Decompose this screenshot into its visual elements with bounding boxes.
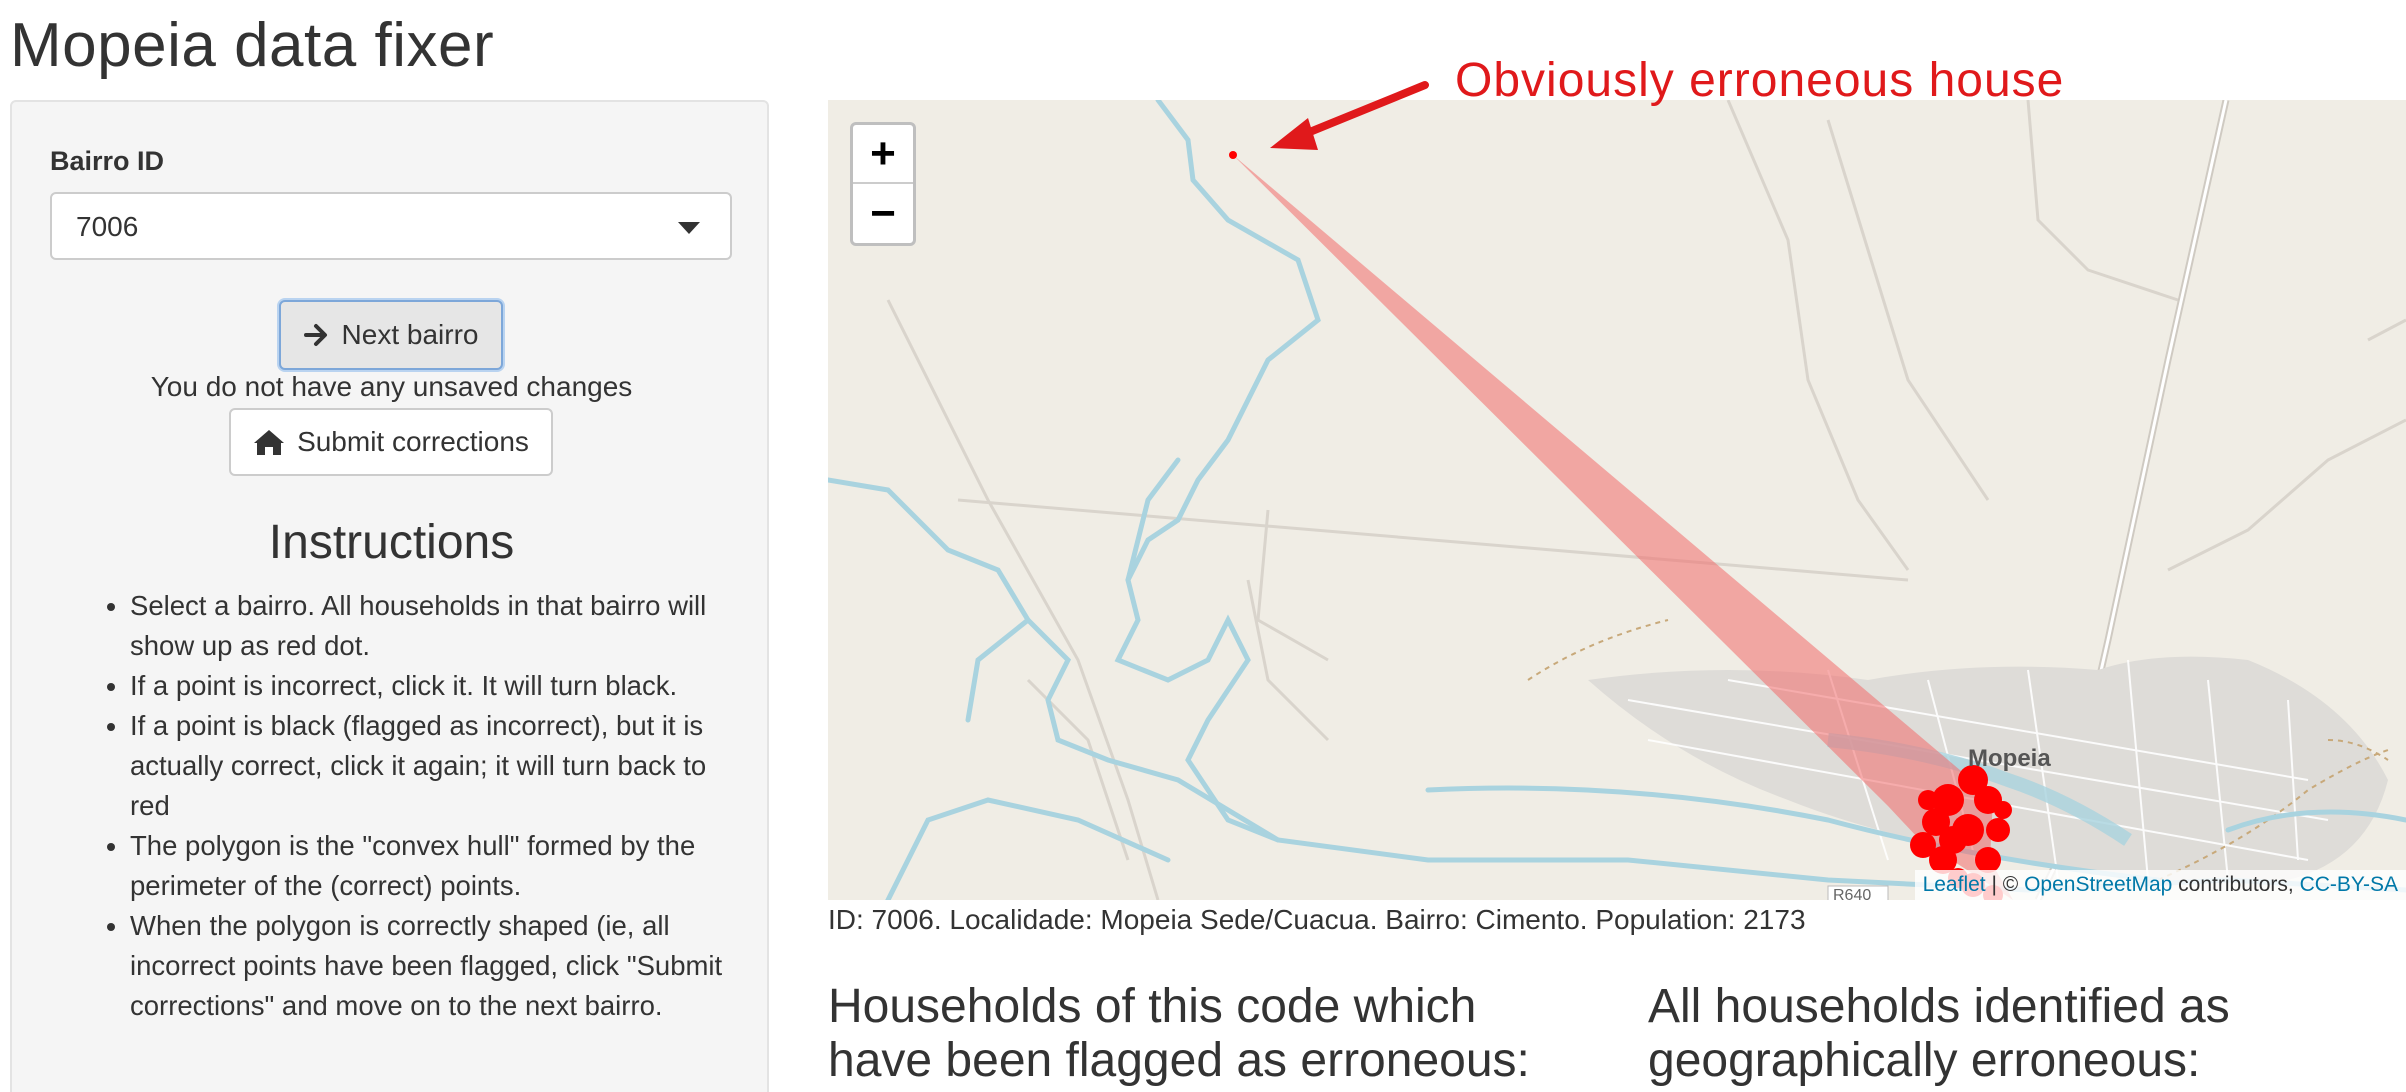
town-label: Mopeia bbox=[1968, 745, 2051, 772]
instruction-item: If a point is incorrect, click it. It wi… bbox=[130, 666, 750, 706]
next-bairro-button[interactable]: Next bairro bbox=[279, 300, 503, 370]
instruction-item: When the polygon is correctly shaped (ie… bbox=[130, 906, 750, 1026]
unsaved-status: You do not have any unsaved changes bbox=[150, 371, 633, 402]
submit-corrections-label: Submit corrections bbox=[297, 426, 529, 457]
submit-corrections-button[interactable]: Submit corrections bbox=[229, 408, 553, 476]
openstreetmap-link[interactable]: OpenStreetMap bbox=[2024, 873, 2172, 896]
arrow-right-icon bbox=[303, 324, 327, 346]
sidebar-panel: Bairro ID 7006 Next bairro You do not ha… bbox=[10, 100, 769, 1092]
caret-down-icon bbox=[678, 222, 700, 234]
all-erroneous-heading: All households identified as geographica… bbox=[1648, 980, 2230, 1087]
bairro-id-label: Bairro ID bbox=[50, 146, 165, 176]
attribution-contributors: contributors, bbox=[2172, 873, 2300, 896]
bairro-id-value: 7006 bbox=[76, 211, 139, 242]
next-bairro-label: Next bairro bbox=[341, 319, 479, 350]
instructions-title: Instructions bbox=[268, 516, 515, 569]
instruction-item: Select a bairro. All households in that … bbox=[130, 586, 750, 666]
instruction-item: If a point is black (flagged as incorrec… bbox=[130, 706, 750, 826]
instructions-list: Select a bairro. All households in that … bbox=[130, 586, 750, 1026]
zoom-in-button[interactable]: + bbox=[853, 125, 913, 184]
license-link[interactable]: CC-BY-SA bbox=[2300, 873, 2398, 896]
flagged-households-heading: Households of this code which have been … bbox=[828, 980, 1530, 1087]
bairro-info-line: ID: 7006. Localidade: Mopeia Sede/Cuacua… bbox=[828, 904, 1806, 935]
convex-hull-polygon[interactable] bbox=[1233, 155, 2013, 900]
attribution-separator: | © bbox=[1985, 873, 2025, 896]
road-label: R640 bbox=[1833, 887, 1871, 900]
erroneous-household-point[interactable] bbox=[1229, 151, 1237, 159]
bairro-id-select[interactable]: 7006 bbox=[50, 192, 732, 260]
map-tiles: R640 Mopeia bbox=[828, 100, 2406, 900]
annotation-text: Obviously erroneous house bbox=[1455, 54, 2065, 107]
zoom-out-button[interactable]: − bbox=[853, 184, 913, 243]
home-icon bbox=[254, 430, 285, 455]
page-title: Mopeia data fixer bbox=[10, 11, 495, 80]
annotation-arrow-icon bbox=[1270, 81, 1429, 150]
leaflet-link[interactable]: Leaflet bbox=[1923, 873, 1986, 896]
zoom-control: + − bbox=[850, 122, 916, 246]
leaflet-map[interactable]: R640 Mopeia + − Leaflet | © OpenStreetMa… bbox=[828, 100, 2406, 900]
instruction-item: The polygon is the "convex hull" formed … bbox=[130, 826, 750, 906]
map-attribution: Leaflet | © OpenStreetMap contributors, … bbox=[1914, 870, 2406, 900]
